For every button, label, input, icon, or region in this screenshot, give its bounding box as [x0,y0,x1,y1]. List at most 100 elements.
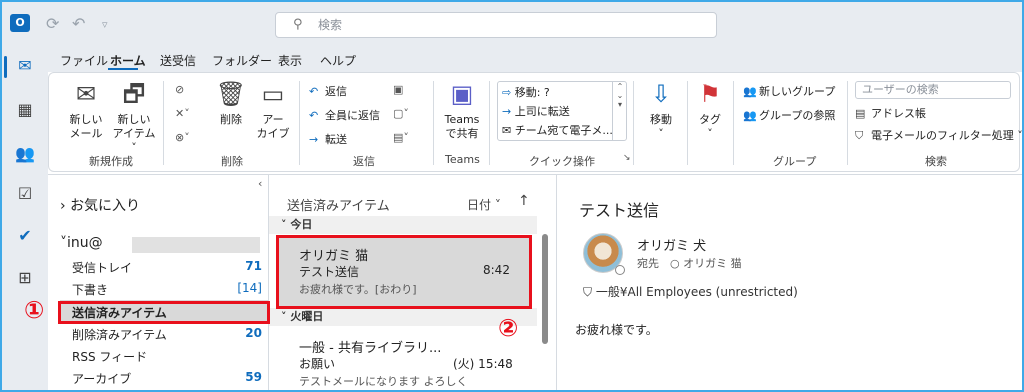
cleanup-icon[interactable]: ✕˅ [175,107,190,120]
more-respond-icon[interactable]: ▤˅ [393,131,409,144]
account-redacted [132,237,260,253]
calendar-icon[interactable]: ▦ [15,100,35,120]
search-placeholder: 検索 [318,18,343,32]
quick-steps-scroll[interactable]: ⌃ ⌄ ▾ [612,82,627,140]
separator [433,81,434,165]
account-header[interactable]: ˅inu@ [60,235,103,251]
tab-send-receive[interactable]: 送受信 [160,52,196,69]
shield-icon: ⛉ [583,285,593,299]
presence-icon [615,265,625,275]
archive-icon: ▭ [261,80,285,108]
reading-pane: テスト送信 オリガミ 犬 宛先 ○ オリガミ 猫 ⛉ 一般¥All Employ… [557,175,1022,390]
highlight-box-sent-folder [58,301,270,324]
move-button[interactable]: ⇩ 移動 ˅ [641,79,681,141]
active-indicator [4,56,7,78]
folder-rss[interactable]: RSS フィード [72,348,262,365]
folder-deleted[interactable]: 削除済みアイテム 20 [72,326,262,343]
sync-icon[interactable]: ⟳ [46,14,59,33]
move-icon: ⇨ [502,86,512,99]
delete-button[interactable]: 🗑 削除 [213,79,249,127]
recipient-name[interactable]: オリガミ 猫 [683,257,742,270]
scrollbar-thumb[interactable] [542,234,548,344]
undo-icon[interactable]: ↶ [72,14,85,33]
new-mail-icon: ✉ [75,80,97,108]
group-label-groups: グループ [773,155,817,168]
collapse-pane-icon[interactable]: ‹ [258,177,262,190]
apps-icon[interactable]: ⊞ [15,268,35,288]
share-teams-button[interactable]: ▣ Teams で共有 [439,79,485,141]
group-label-teams: Teams [445,153,480,166]
message-list-title: 送信済みアイテム [287,199,390,214]
new-item-button[interactable]: 🗗 新しい アイテム ˅ [109,79,159,155]
ribbon: ✉ 新しい メール 🗗 新しい アイテム ˅ 新規作成 ⊘ ✕˅ ⊗˅ 🗑 削除… [48,72,1022,172]
search-input[interactable]: ⚲ 検索 [275,12,717,38]
sensitivity-label[interactable]: ⛉ 一般¥All Employees (unrestricted) [583,283,798,300]
folder-inbox[interactable]: 受信トレイ 71 [72,259,262,276]
separator [633,81,634,165]
reply-icon: ↶ [309,85,319,98]
group-label-quick: クイック操作 [529,155,595,168]
reply-button[interactable]: ↶ 返信 [309,83,347,99]
quick-step-move[interactable]: ⇨ 移動: ? [502,84,550,100]
address-book-icon: ▤ [855,107,866,120]
group-header-today[interactable]: ˅ 今日 [269,216,537,234]
move-folder-icon: ⇩ [650,80,672,108]
im-icon[interactable]: ▢˅ [393,107,409,120]
tags-button[interactable]: ⚑ タグ ˅ [693,79,727,141]
favorites-header[interactable]: › お気に入り [60,195,140,215]
quick-step-forward-boss[interactable]: → 上司に転送 [502,103,570,119]
group-header-tuesday[interactable]: ˅ 火曜日 [269,308,537,326]
outlook-logo-icon: O [10,14,30,32]
sender-name[interactable]: オリガミ 犬 [637,235,706,254]
archive-button[interactable]: ▭ アー カイブ [253,79,293,141]
trash-icon: 🗑 [215,80,247,108]
tab-folder[interactable]: フォルダー [212,52,272,69]
active-tab-underline [108,68,138,70]
outlook-window: O ⟳ ↶ ▿ ⚲ 検索 ✉ ▦ 👥 ☑ ✔ ⊞ ファイル ホーム 送受信 フォ… [0,0,1024,392]
people-icon[interactable]: 👥 [15,144,35,164]
message-list-scrollbar[interactable] [541,218,549,390]
group-label-respond: 返信 [353,155,375,168]
todo-icon[interactable]: ✔ [15,226,35,246]
tab-help[interactable]: ヘルプ [320,52,356,69]
folder-archive[interactable]: アーカイブ 59 [72,370,262,387]
separator [733,81,734,165]
flag-icon: ⚑ [699,80,721,108]
group-browse-icon: 👥 [743,109,757,122]
mail-icon[interactable]: ✉ [15,56,35,76]
ignore-icon[interactable]: ⊘ [175,83,184,96]
separator [299,81,300,165]
filter-mail-button[interactable]: ⛉ 電子メールのフィルター処理 ˅ [855,127,1022,143]
new-mail-button[interactable]: ✉ 新しい メール [63,79,109,141]
folder-drafts[interactable]: 下書き [14] [72,281,262,298]
junk-icon[interactable]: ⊗˅ [175,131,190,144]
separator [687,81,688,165]
new-item-icon: 🗗 [122,80,146,108]
folder-pane: ‹ › お気に入り ˅inu@ 受信トレイ 71 下書き [14] 送信済みアイテム… [48,175,268,390]
dialog-launcher-icon[interactable]: ↘ [623,153,631,163]
meeting-icon[interactable]: ▣ [393,83,403,96]
reply-all-button[interactable]: ↶ 全員に返信 [309,107,380,123]
customize-toolbar-icon[interactable]: ▿ [102,18,108,31]
tab-home[interactable]: ホーム [110,52,146,69]
tab-view[interactable]: 表示 [278,52,302,69]
arrow-icon: → [502,105,512,118]
group-icon: 👥 [743,85,757,98]
address-book-button[interactable]: ▤ アドレス帳 [855,105,926,121]
annotation-marker-2: ② [498,314,519,342]
new-group-button[interactable]: 👥 新しいグループ [743,83,835,99]
tasks-icon[interactable]: ☑ [15,184,35,204]
teams-icon: ▣ [450,80,474,108]
app-rail: ✉ ▦ 👥 ☑ ✔ ⊞ [2,48,48,390]
tab-file[interactable]: ファイル [60,52,108,69]
message-recipient[interactable]: 一般 - 共有ライブラリ... [299,337,441,356]
forward-button[interactable]: → 転送 [309,131,347,147]
user-search-input[interactable]: ユーザーの検索 [855,81,1011,99]
group-label-find: 検索 [925,155,947,168]
separator [847,81,848,165]
sort-direction-icon[interactable]: ↑ [518,193,530,209]
sort-by-date-button[interactable]: 日付 ˅ [467,196,501,213]
quick-step-team-mail[interactable]: ✉ チーム宛て電子メ... [502,122,613,138]
message-preview: テストメールになります よろしく [299,375,468,388]
browse-groups-button[interactable]: 👥 グループの参照 [743,107,835,123]
